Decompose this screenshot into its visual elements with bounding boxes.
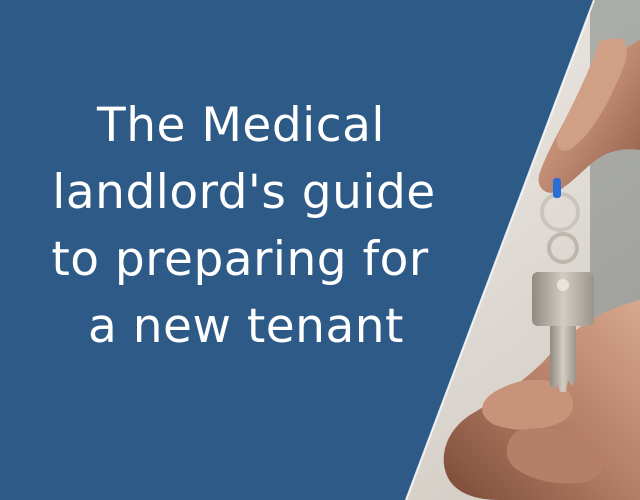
promo-banner: The Medical landlord's guide to preparin… xyxy=(0,0,640,500)
headline-line-1: The Medical xyxy=(97,98,385,153)
headline: The Medical landlord's guide to preparin… xyxy=(0,92,480,360)
headline-line-3: to preparing for xyxy=(51,232,429,287)
headline-line-2: landlord's guide xyxy=(52,165,436,220)
headline-line-4: a new tenant xyxy=(88,299,404,354)
